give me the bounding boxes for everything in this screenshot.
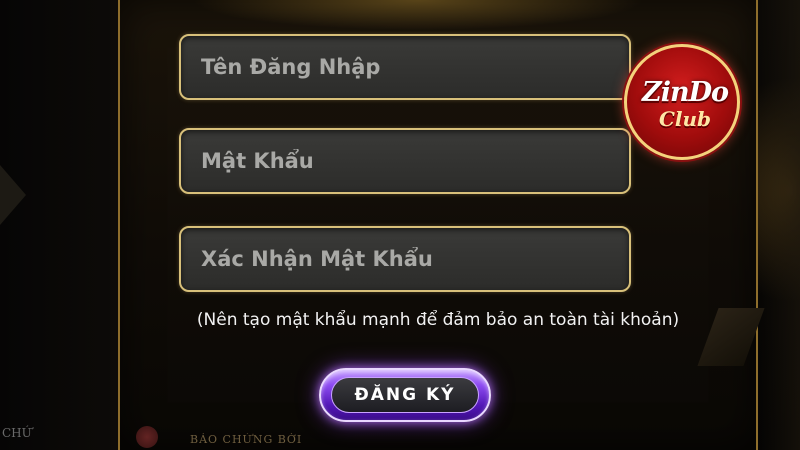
left-decoration [0, 165, 26, 225]
password-hint: (Nên tạo mật khẩu mạnh để đảm bảo an toà… [196, 310, 680, 330]
password-field[interactable] [179, 128, 631, 194]
username-field[interactable] [179, 34, 631, 100]
register-button-label: ĐĂNG KÝ [354, 385, 456, 405]
footer-left-text: CHỨ [2, 426, 32, 440]
footer-guarantee-text: BẢO CHỨNG BỞI [190, 433, 303, 446]
footer-emblem-icon [136, 426, 158, 448]
register-button[interactable]: ĐĂNG KÝ [319, 368, 491, 422]
confirm-password-field[interactable] [179, 226, 631, 292]
right-background-area [760, 0, 800, 450]
confirm-password-input[interactable] [201, 247, 629, 271]
left-background-area [0, 0, 118, 450]
zindo-club-logo: ZinDo Club [624, 44, 740, 160]
password-input[interactable] [201, 149, 629, 173]
logo-text-zindo: ZinDo [641, 77, 729, 108]
username-input[interactable] [201, 55, 629, 79]
logo-text-club: Club [658, 107, 712, 131]
